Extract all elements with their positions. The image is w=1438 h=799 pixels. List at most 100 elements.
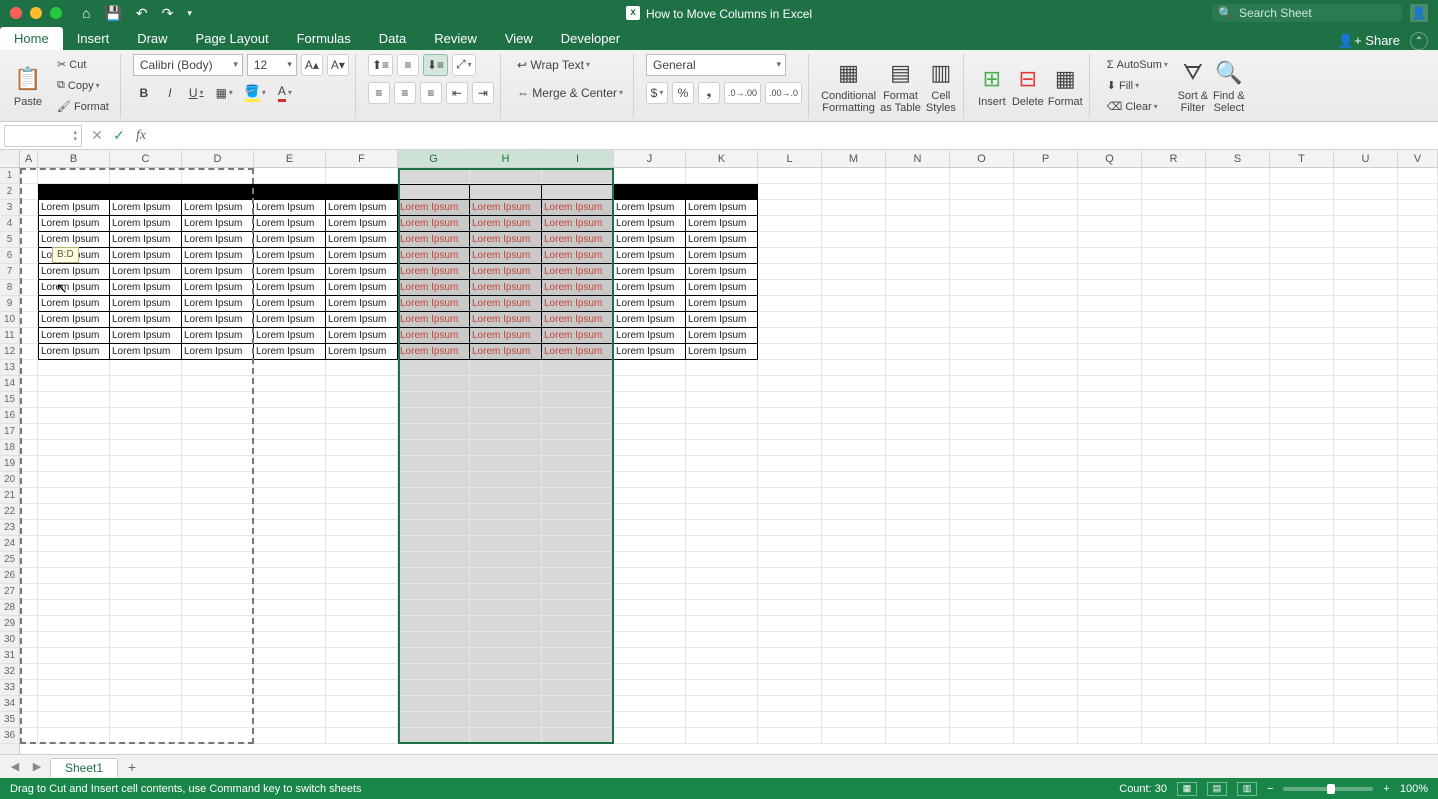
cell-Q8[interactable] bbox=[1078, 280, 1142, 296]
cell-B13[interactable] bbox=[38, 360, 110, 376]
cell-P30[interactable] bbox=[1014, 632, 1078, 648]
cell-A25[interactable] bbox=[20, 552, 38, 568]
cell-T7[interactable] bbox=[1270, 264, 1334, 280]
cell-N1[interactable] bbox=[886, 168, 950, 184]
row-header-32[interactable]: 32 bbox=[0, 664, 19, 680]
cell-R36[interactable] bbox=[1142, 728, 1206, 744]
cell-J30[interactable] bbox=[614, 632, 686, 648]
cell-I17[interactable] bbox=[542, 424, 614, 440]
cell-L36[interactable] bbox=[758, 728, 822, 744]
cell-K11[interactable]: Lorem Ipsum bbox=[686, 328, 758, 344]
cell-E8[interactable]: Lorem Ipsum bbox=[254, 280, 326, 296]
cell-B16[interactable] bbox=[38, 408, 110, 424]
column-header-S[interactable]: S bbox=[1206, 150, 1270, 167]
cell-H1[interactable] bbox=[470, 168, 542, 184]
cell-A23[interactable] bbox=[20, 520, 38, 536]
cell-Q28[interactable] bbox=[1078, 600, 1142, 616]
row-header-7[interactable]: 7 bbox=[0, 264, 19, 280]
cell-V30[interactable] bbox=[1398, 632, 1438, 648]
next-sheet-button[interactable]: ▶ bbox=[28, 760, 46, 773]
cell-A26[interactable] bbox=[20, 568, 38, 584]
cell-M33[interactable] bbox=[822, 680, 886, 696]
cell-F8[interactable]: Lorem Ipsum bbox=[326, 280, 398, 296]
cell-Q32[interactable] bbox=[1078, 664, 1142, 680]
cell-L5[interactable] bbox=[758, 232, 822, 248]
cell-V12[interactable] bbox=[1398, 344, 1438, 360]
cell-O28[interactable] bbox=[950, 600, 1014, 616]
cell-U2[interactable] bbox=[1334, 184, 1398, 200]
cell-N5[interactable] bbox=[886, 232, 950, 248]
cell-P18[interactable] bbox=[1014, 440, 1078, 456]
cell-D24[interactable] bbox=[182, 536, 254, 552]
cell-C24[interactable] bbox=[110, 536, 182, 552]
cell-U26[interactable] bbox=[1334, 568, 1398, 584]
cell-B20[interactable] bbox=[38, 472, 110, 488]
cell-P16[interactable] bbox=[1014, 408, 1078, 424]
cell-T33[interactable] bbox=[1270, 680, 1334, 696]
column-header-F[interactable]: F bbox=[326, 150, 398, 167]
cell-L29[interactable] bbox=[758, 616, 822, 632]
column-header-I[interactable]: I bbox=[542, 150, 614, 167]
cell-N24[interactable] bbox=[886, 536, 950, 552]
cell-O7[interactable] bbox=[950, 264, 1014, 280]
cell-E31[interactable] bbox=[254, 648, 326, 664]
cell-V23[interactable] bbox=[1398, 520, 1438, 536]
cancel-formula-icon[interactable]: ✕ bbox=[86, 127, 108, 144]
cell-G10[interactable]: Lorem Ipsum bbox=[398, 312, 470, 328]
cell-P25[interactable] bbox=[1014, 552, 1078, 568]
cell-O9[interactable] bbox=[950, 296, 1014, 312]
cell-H24[interactable] bbox=[470, 536, 542, 552]
cell-L24[interactable] bbox=[758, 536, 822, 552]
cell-L7[interactable] bbox=[758, 264, 822, 280]
cell-L11[interactable] bbox=[758, 328, 822, 344]
row-header-8[interactable]: 8 bbox=[0, 280, 19, 296]
cell-G32[interactable] bbox=[398, 664, 470, 680]
cell-M22[interactable] bbox=[822, 504, 886, 520]
cell-E1[interactable] bbox=[254, 168, 326, 184]
cell-S11[interactable] bbox=[1206, 328, 1270, 344]
cell-R30[interactable] bbox=[1142, 632, 1206, 648]
cell-P3[interactable] bbox=[1014, 200, 1078, 216]
cell-F32[interactable] bbox=[326, 664, 398, 680]
row-header-36[interactable]: 36 bbox=[0, 728, 19, 744]
cell-A1[interactable] bbox=[20, 168, 38, 184]
row-header-35[interactable]: 35 bbox=[0, 712, 19, 728]
cell-Q26[interactable] bbox=[1078, 568, 1142, 584]
cell-T36[interactable] bbox=[1270, 728, 1334, 744]
cell-B4[interactable]: Lorem Ipsum bbox=[38, 216, 110, 232]
cell-A33[interactable] bbox=[20, 680, 38, 696]
cell-D31[interactable] bbox=[182, 648, 254, 664]
cell-O8[interactable] bbox=[950, 280, 1014, 296]
cell-E14[interactable] bbox=[254, 376, 326, 392]
cell-O32[interactable] bbox=[950, 664, 1014, 680]
cell-R19[interactable] bbox=[1142, 456, 1206, 472]
cell-K28[interactable] bbox=[686, 600, 758, 616]
cell-L4[interactable] bbox=[758, 216, 822, 232]
cell-R22[interactable] bbox=[1142, 504, 1206, 520]
cell-F13[interactable] bbox=[326, 360, 398, 376]
cell-T15[interactable] bbox=[1270, 392, 1334, 408]
cell-R28[interactable] bbox=[1142, 600, 1206, 616]
cell-V9[interactable] bbox=[1398, 296, 1438, 312]
cell-I6[interactable]: Lorem Ipsum bbox=[542, 248, 614, 264]
cell-U22[interactable] bbox=[1334, 504, 1398, 520]
cell-E12[interactable]: Lorem Ipsum bbox=[254, 344, 326, 360]
cell-D23[interactable] bbox=[182, 520, 254, 536]
cell-Q5[interactable] bbox=[1078, 232, 1142, 248]
cell-O34[interactable] bbox=[950, 696, 1014, 712]
cell-K16[interactable] bbox=[686, 408, 758, 424]
cell-B32[interactable] bbox=[38, 664, 110, 680]
cell-K10[interactable]: Lorem Ipsum bbox=[686, 312, 758, 328]
cell-H13[interactable] bbox=[470, 360, 542, 376]
cell-I33[interactable] bbox=[542, 680, 614, 696]
cell-J21[interactable] bbox=[614, 488, 686, 504]
cell-C34[interactable] bbox=[110, 696, 182, 712]
cell-K8[interactable]: Lorem Ipsum bbox=[686, 280, 758, 296]
row-header-16[interactable]: 16 bbox=[0, 408, 19, 424]
cell-S14[interactable] bbox=[1206, 376, 1270, 392]
cell-P34[interactable] bbox=[1014, 696, 1078, 712]
accept-formula-icon[interactable]: ✓ bbox=[108, 127, 130, 144]
cell-A29[interactable] bbox=[20, 616, 38, 632]
cell-D34[interactable] bbox=[182, 696, 254, 712]
cell-M5[interactable] bbox=[822, 232, 886, 248]
